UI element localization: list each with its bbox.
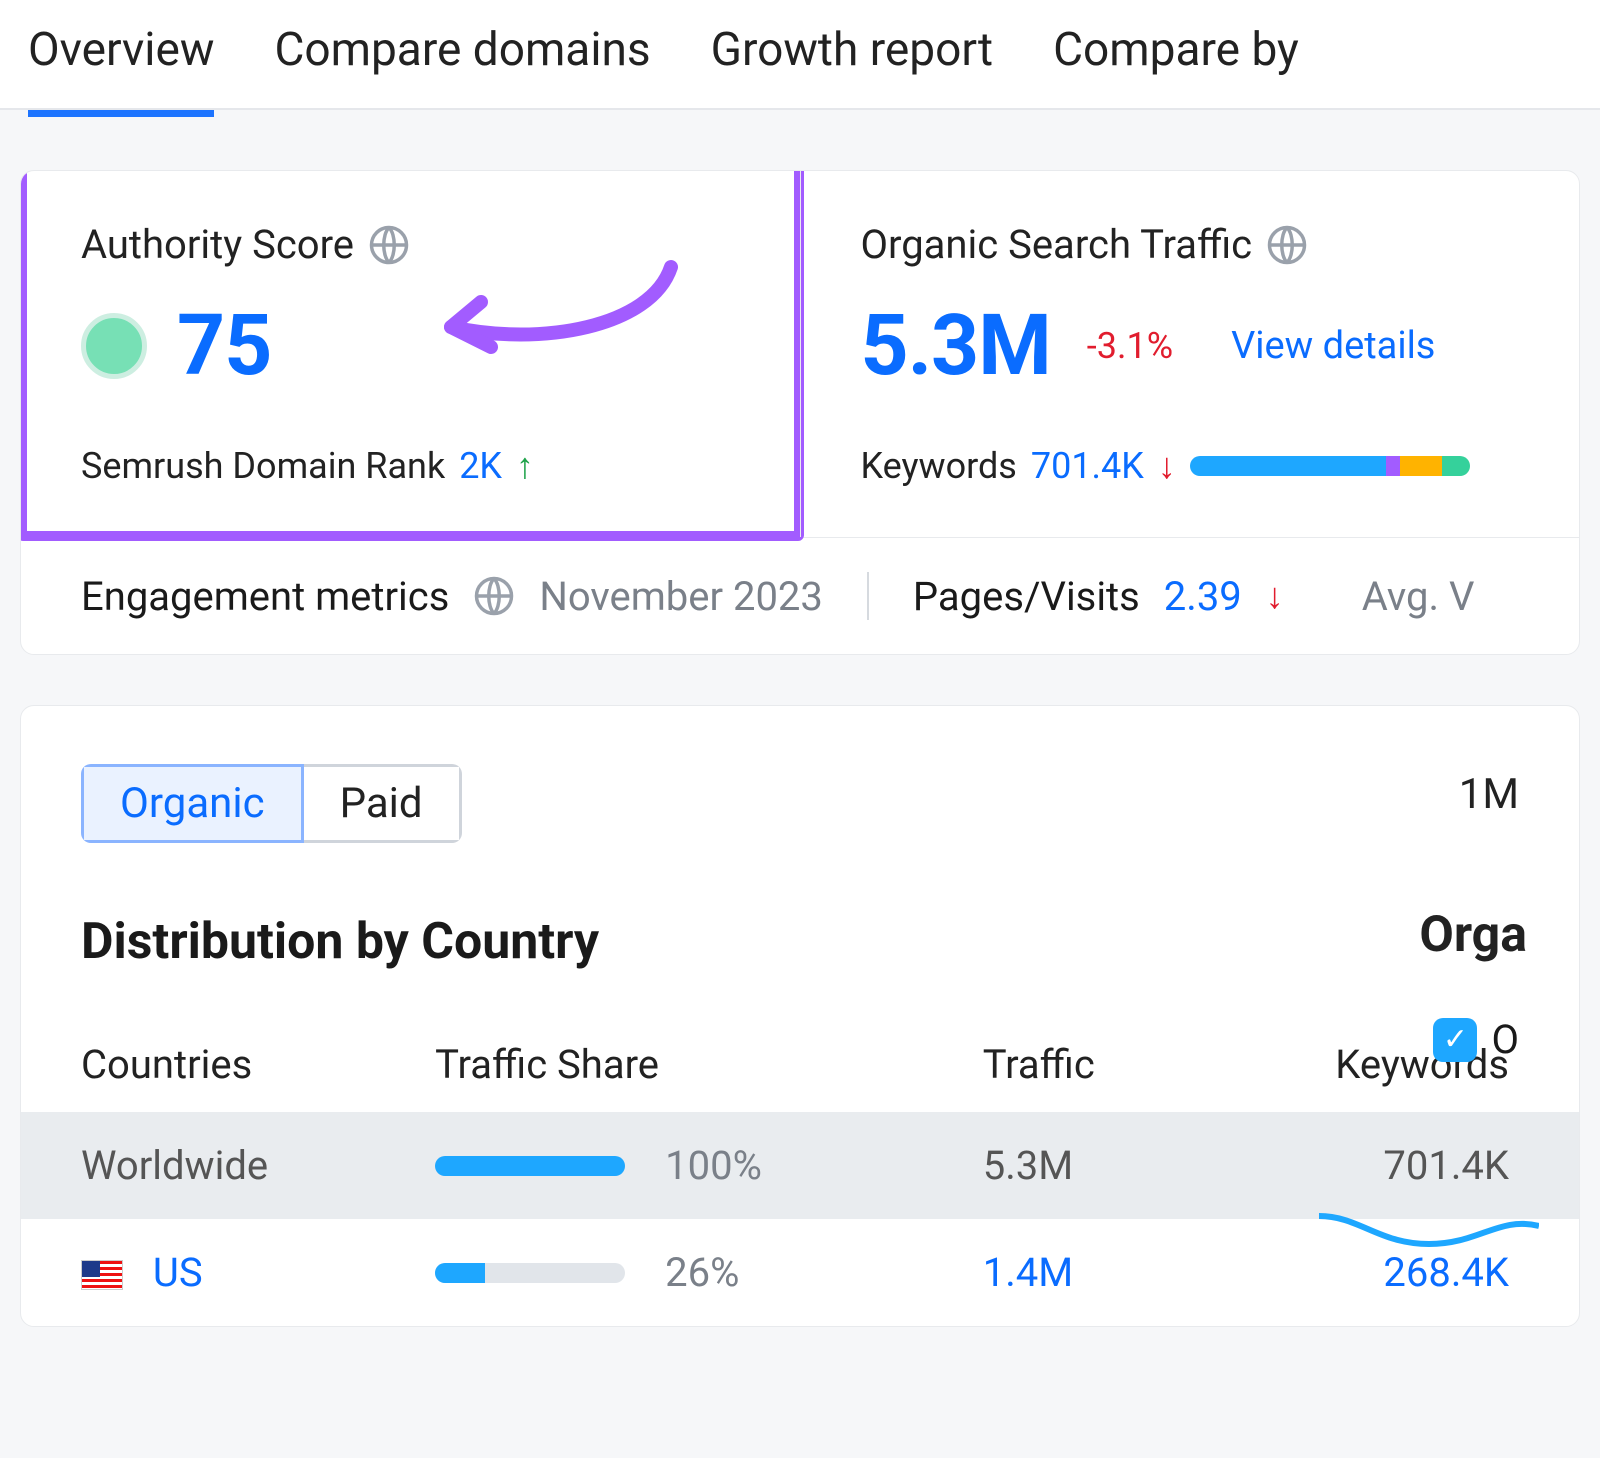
authority-score-value: 75: [177, 296, 271, 395]
view-details-link[interactable]: View details: [1231, 324, 1435, 368]
share-bar: [435, 1263, 625, 1283]
flag-us-icon: [81, 1260, 123, 1290]
keywords-value[interactable]: 701.4K: [1031, 445, 1144, 487]
side-stat-1m: 1M: [1459, 770, 1519, 819]
traffic-delta: -3.1%: [1087, 325, 1173, 367]
share-pct: 26%: [665, 1249, 739, 1296]
col-countries[interactable]: Countries: [21, 1021, 435, 1112]
seg-paid[interactable]: Paid: [304, 764, 462, 843]
traffic-value: 5.3M: [861, 296, 1051, 395]
globe-icon: [473, 575, 515, 617]
seg-organic[interactable]: Organic: [81, 764, 304, 843]
avg-label-fragment: Avg. V: [1362, 573, 1475, 620]
divider: [867, 572, 869, 620]
engagement-strip: Engagement metrics November 2023 Pages/V…: [21, 537, 1579, 654]
share-bar: [435, 1156, 625, 1176]
score-pulse-icon: [81, 313, 147, 379]
globe-icon: [368, 224, 410, 266]
country-table: Countries Traffic Share Traffic Keywords…: [21, 1021, 1579, 1326]
organic-traffic-card: Organic Search Traffic 5.3M -3.1% View d…: [800, 171, 1580, 537]
traffic-cell: 1.4M: [983, 1219, 1171, 1326]
tab-compare-domains[interactable]: Compare domains: [274, 23, 650, 85]
distribution-panel: Organic Paid 1M Distribution by Country …: [20, 705, 1580, 1327]
share-pct: 100%: [665, 1142, 762, 1189]
pages-visits-label: Pages/Visits: [913, 573, 1140, 620]
side-heading-fragment: Orga: [1419, 906, 1527, 964]
traffic-type-segmented-control: Organic Paid: [81, 764, 462, 843]
series-toggle-label-fragment: O: [1491, 1016, 1519, 1063]
tab-overview[interactable]: Overview: [28, 23, 214, 85]
traffic-cell: 5.3M: [983, 1112, 1171, 1219]
tab-compare-by[interactable]: Compare by: [1053, 23, 1299, 85]
keywords-distribution-bar: [1190, 456, 1470, 476]
checkbox-checked-icon[interactable]: ✓: [1433, 1018, 1477, 1062]
tab-growth-report[interactable]: Growth report: [711, 23, 993, 85]
authority-score-card: Authority Score 75 Semrush Domain Rank 2…: [21, 171, 800, 537]
overview-panel: Authority Score 75 Semrush Domain Rank 2…: [20, 170, 1580, 655]
country-cell: US: [21, 1219, 435, 1326]
domain-rank-value[interactable]: 2K: [459, 445, 502, 487]
pages-visits-value: 2.39: [1164, 573, 1242, 620]
keywords-label: Keywords: [861, 445, 1017, 487]
col-traffic-share[interactable]: Traffic Share: [435, 1021, 983, 1112]
authority-title: Authority Score: [81, 221, 354, 268]
series-toggle[interactable]: ✓ O: [1433, 1016, 1519, 1063]
traffic-title: Organic Search Traffic: [861, 221, 1253, 268]
tabs-bar: Overview Compare domains Growth report C…: [0, 0, 1600, 110]
trend-down-icon: ↓: [1266, 575, 1284, 617]
domain-rank-label: Semrush Domain Rank: [81, 445, 445, 487]
engagement-period: November 2023: [539, 573, 823, 620]
country-cell: Worldwide: [21, 1112, 435, 1219]
trend-up-icon: ↑: [516, 445, 534, 487]
trend-down-icon: ↓: [1158, 445, 1176, 487]
engagement-label: Engagement metrics: [81, 573, 449, 620]
col-traffic[interactable]: Traffic: [983, 1021, 1171, 1112]
distribution-heading: Distribution by Country: [81, 913, 1579, 971]
globe-icon: [1266, 224, 1308, 266]
sparkline: [1319, 1176, 1539, 1266]
